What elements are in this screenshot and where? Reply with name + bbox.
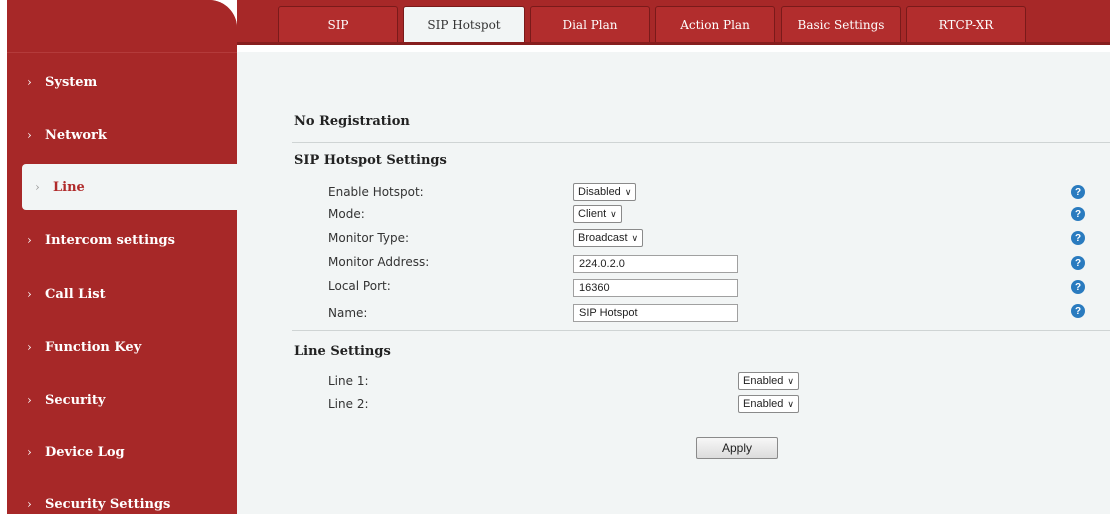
monitor-type-select[interactable]: Broadcast ∨ (573, 229, 644, 247)
sidebar-item-device-log[interactable]: › Device Log (7, 432, 237, 472)
sidebar: › System › Network › Line › Intercom set… (7, 0, 237, 514)
sidebar-item-security-settings[interactable]: › Security Settings (7, 484, 237, 524)
sidebar-item-line[interactable]: › Line (22, 164, 237, 210)
tab-action-plan[interactable]: Action Plan (655, 6, 775, 42)
chevron-right-icon: › (27, 75, 32, 89)
enable-hotspot-label: Enable Hotspot: (328, 185, 424, 199)
select-value: Broadcast (578, 232, 628, 244)
local-port-label: Local Port: (328, 279, 391, 293)
help-icon[interactable]: ? (1071, 231, 1085, 245)
line1-select[interactable]: Enabled ∨ (738, 372, 799, 390)
sidebar-item-label: Call List (45, 286, 106, 302)
tab-dial-plan[interactable]: Dial Plan (530, 6, 650, 42)
divider (292, 330, 1110, 331)
local-port-input[interactable]: 16360 (573, 279, 738, 297)
chevron-right-icon: › (35, 180, 40, 194)
help-icon[interactable]: ? (1071, 256, 1085, 270)
name-input[interactable]: SIP Hotspot (573, 304, 738, 322)
sidebar-item-label: System (45, 74, 98, 90)
section-title-line-settings: Line Settings (294, 344, 391, 359)
help-icon[interactable]: ? (1071, 304, 1085, 318)
monitor-address-label: Monitor Address: (328, 255, 430, 269)
chevron-down-icon: ∨ (610, 208, 617, 219)
tab-bar: SIP SIP Hotspot Dial Plan Action Plan Ba… (237, 0, 1110, 45)
registration-status: No Registration (294, 114, 410, 129)
chevron-down-icon: ∨ (624, 186, 632, 197)
sidebar-item-label: Network (45, 127, 107, 143)
name-label: Name: (328, 306, 368, 320)
chevron-right-icon: › (27, 287, 32, 301)
select-value: Disabled (578, 186, 621, 198)
chevron-right-icon: › (27, 497, 32, 511)
tab-sip-hotspot[interactable]: SIP Hotspot (403, 6, 525, 42)
tab-rtcp-xr[interactable]: RTCP-XR (906, 6, 1026, 42)
line2-select[interactable]: Enabled ∨ (738, 395, 799, 413)
chevron-right-icon: › (27, 445, 32, 459)
section-title-sip-hotspot: SIP Hotspot Settings (294, 153, 447, 168)
chevron-right-icon: › (27, 340, 32, 354)
apply-button[interactable]: Apply (696, 437, 778, 459)
chevron-right-icon: › (27, 233, 32, 247)
enable-hotspot-select[interactable]: Disabled ∨ (573, 183, 637, 201)
divider (292, 142, 1110, 143)
sidebar-item-network[interactable]: › Network (7, 115, 237, 155)
help-icon[interactable]: ? (1071, 185, 1085, 199)
sidebar-item-label: Intercom settings (45, 232, 175, 248)
chevron-down-icon: ∨ (787, 375, 794, 386)
sidebar-item-call-list[interactable]: › Call List (7, 274, 237, 314)
chevron-down-icon: ∨ (631, 232, 639, 243)
help-icon[interactable]: ? (1071, 207, 1085, 221)
help-icon[interactable]: ? (1071, 280, 1085, 294)
line1-label: Line 1: (328, 374, 369, 388)
monitor-address-input[interactable]: 224.0.2.0 (573, 255, 738, 273)
chevron-right-icon: › (27, 128, 32, 142)
select-value: Enabled (743, 398, 784, 410)
sidebar-item-function-key[interactable]: › Function Key (7, 327, 237, 367)
sidebar-header (7, 0, 237, 53)
sidebar-item-label: Line (53, 179, 85, 195)
tab-sip[interactable]: SIP (278, 6, 398, 42)
sidebar-item-label: Function Key (45, 339, 142, 355)
sidebar-item-system[interactable]: › System (7, 62, 237, 102)
sidebar-item-label: Security Settings (45, 496, 171, 512)
sidebar-item-label: Security (45, 392, 106, 408)
select-value: Client (578, 208, 607, 220)
sidebar-item-label: Device Log (45, 444, 125, 460)
mode-label: Mode: (328, 207, 365, 221)
chevron-right-icon: › (27, 393, 32, 407)
line2-label: Line 2: (328, 397, 369, 411)
mode-select[interactable]: Client ∨ (573, 205, 622, 223)
select-value: Enabled (743, 375, 784, 387)
sidebar-item-intercom-settings[interactable]: › Intercom settings (7, 220, 237, 260)
sidebar-item-security[interactable]: › Security (7, 380, 237, 420)
chevron-down-icon: ∨ (787, 398, 794, 409)
monitor-type-label: Monitor Type: (328, 231, 410, 245)
main-content: No Registration SIP Hotspot Settings Ena… (237, 52, 1110, 514)
tab-basic-settings[interactable]: Basic Settings (781, 6, 901, 42)
